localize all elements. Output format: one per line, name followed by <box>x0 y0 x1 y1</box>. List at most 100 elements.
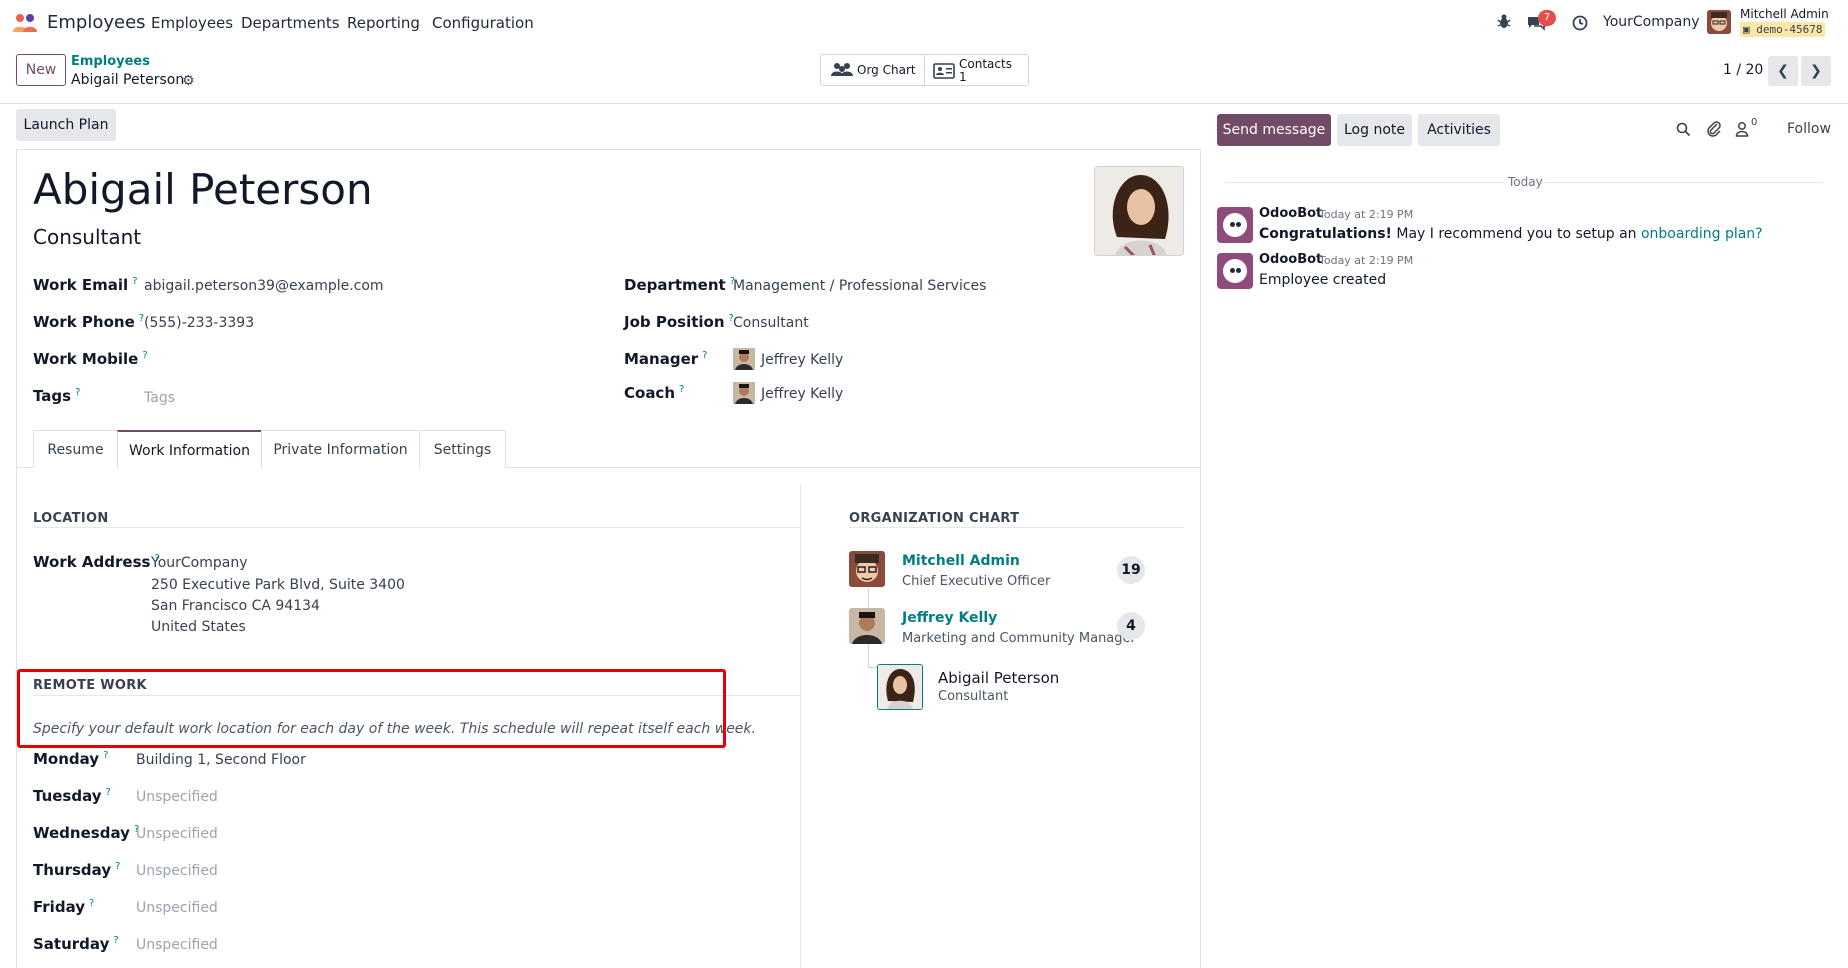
work-address-label: Work Address? <box>33 553 160 571</box>
help-icon[interactable]: ? <box>75 387 80 398</box>
tab-private-information[interactable]: Private Information <box>261 430 420 468</box>
message-author[interactable]: OdooBot <box>1259 206 1322 221</box>
menu-reporting[interactable]: Reporting <box>347 14 420 32</box>
help-icon[interactable]: ? <box>132 276 137 287</box>
user-avatar[interactable] <box>1707 10 1731 34</box>
launch-plan-button[interactable]: Launch Plan <box>16 109 116 141</box>
org-person-name[interactable]: Jeffrey Kelly <box>902 610 997 626</box>
coach-value[interactable]: Jeffrey Kelly <box>761 386 843 402</box>
work-phone-value[interactable]: (555)-233-3393 <box>144 315 254 331</box>
help-icon[interactable]: ? <box>115 861 120 872</box>
date-separator: Today <box>1508 175 1543 189</box>
message-count-badge: 7 <box>1538 10 1556 26</box>
monday-value[interactable]: Building 1, Second Floor <box>136 752 306 768</box>
menu-departments[interactable]: Departments <box>241 14 340 32</box>
employee-photo[interactable] <box>1094 166 1184 256</box>
help-icon[interactable]: ? <box>106 787 111 798</box>
breadcrumb-current: Abigail Peterson <box>71 72 185 88</box>
org-person-name[interactable]: Mitchell Admin <box>902 553 1020 569</box>
friday-label: Friday? <box>33 898 95 916</box>
org-person-title: Marketing and Community Manager <box>902 631 1136 646</box>
tab-settings[interactable]: Settings <box>419 430 506 468</box>
gear-icon[interactable]: ⚙ <box>182 73 195 89</box>
tags-input[interactable]: Tags <box>144 390 175 406</box>
message-body: Congratulations! May I recommend you to … <box>1259 226 1763 242</box>
search-icon[interactable] <box>1676 122 1691 141</box>
thursday-label: Thursday? <box>33 861 121 879</box>
department-value[interactable]: Management / Professional Services <box>733 278 986 294</box>
org-chart-button[interactable]: Org Chart <box>820 54 925 86</box>
org-person-avatar[interactable] <box>849 551 885 587</box>
help-icon[interactable]: ? <box>702 350 707 361</box>
address-line[interactable]: YourCompany <box>151 555 248 571</box>
job-position-value[interactable]: Consultant <box>733 315 809 331</box>
pager-previous-button[interactable]: ❮ <box>1768 56 1798 86</box>
send-message-button[interactable]: Send message <box>1217 114 1331 146</box>
database-badge: ▣ demo-45678 <box>1740 22 1826 37</box>
help-icon[interactable]: ? <box>679 384 684 395</box>
address-line: San Francisco CA 94134 <box>151 598 320 614</box>
bug-icon[interactable] <box>1497 14 1511 34</box>
tab-work-information[interactable]: Work Information <box>117 430 262 469</box>
org-subordinates-count[interactable]: 19 <box>1117 556 1145 584</box>
employee-job-title[interactable]: Consultant <box>33 225 141 249</box>
contacts-button[interactable]: Contacts 1 <box>924 54 1029 86</box>
location-divider <box>33 527 800 528</box>
follow-button[interactable]: Follow <box>1787 121 1831 137</box>
org-current-person-name: Abigail Peterson <box>938 669 1060 687</box>
onboarding-plan-link[interactable]: onboarding plan? <box>1641 226 1763 242</box>
followers-count: 0 <box>1751 117 1758 128</box>
database-icon: ▣ <box>1743 23 1757 36</box>
new-button[interactable]: New <box>16 54 66 86</box>
thursday-value[interactable]: Unspecified <box>136 863 218 879</box>
message-author[interactable]: OdooBot <box>1259 252 1322 267</box>
wednesday-value[interactable]: Unspecified <box>136 826 218 842</box>
paperclip-icon[interactable] <box>1706 120 1722 142</box>
saturday-value[interactable]: Unspecified <box>136 937 218 953</box>
odoobot-avatar[interactable] <box>1217 207 1253 243</box>
pager-next-button[interactable]: ❯ <box>1801 56 1831 86</box>
location-section-title: LOCATION <box>33 511 109 526</box>
org-person-avatar[interactable] <box>849 608 885 644</box>
address-card-icon <box>933 63 955 83</box>
org-current-person-avatar <box>877 664 923 710</box>
date-separator-line <box>1543 182 1823 183</box>
monday-label: Monday? <box>33 750 109 768</box>
work-email-value[interactable]: abigail.peterson39@example.com <box>144 278 384 294</box>
activities-button[interactable]: Activities <box>1418 114 1500 146</box>
activity-clock-icon[interactable] <box>1572 15 1588 35</box>
app-name[interactable]: Employees <box>47 12 146 33</box>
org-subordinates-count[interactable]: 4 <box>1117 612 1145 640</box>
breadcrumb-parent[interactable]: Employees <box>71 54 150 69</box>
date-separator-line <box>1225 182 1505 183</box>
column-divider <box>800 484 801 968</box>
tab-resume[interactable]: Resume <box>33 430 118 468</box>
odoobot-avatar[interactable] <box>1217 253 1253 289</box>
user-name[interactable]: Mitchell Admin <box>1740 7 1829 21</box>
company-switcher[interactable]: YourCompany <box>1603 14 1700 30</box>
highlight-annotation <box>17 669 726 748</box>
wednesday-label: Wednesday? <box>33 824 140 842</box>
pager-value[interactable]: 1 / 20 <box>1723 62 1763 78</box>
work-email-label: Work Email? <box>33 276 138 294</box>
menu-configuration[interactable]: Configuration <box>432 14 534 32</box>
menu-employees[interactable]: Employees <box>151 14 233 32</box>
friday-value[interactable]: Unspecified <box>136 900 218 916</box>
employee-name[interactable]: Abigail Peterson <box>33 165 373 214</box>
followers-icon[interactable] <box>1735 121 1749 141</box>
employees-app-icon[interactable] <box>12 12 38 34</box>
help-icon[interactable]: ? <box>89 898 94 909</box>
help-icon[interactable]: ? <box>113 935 118 946</box>
help-icon[interactable]: ? <box>103 750 108 761</box>
org-chart-divider <box>849 527 1184 528</box>
log-note-button[interactable]: Log note <box>1337 114 1412 146</box>
manager-value[interactable]: Jeffrey Kelly <box>761 352 843 368</box>
tuesday-label: Tuesday? <box>33 787 111 805</box>
work-mobile-label: Work Mobile? <box>33 350 148 368</box>
manager-avatar <box>733 348 755 370</box>
tuesday-value[interactable]: Unspecified <box>136 789 218 805</box>
coach-avatar <box>733 382 755 404</box>
org-chart-section-title: ORGANIZATION CHART <box>849 511 1020 526</box>
address-line: United States <box>151 619 246 635</box>
work-mobile-value[interactable] <box>144 352 564 372</box>
